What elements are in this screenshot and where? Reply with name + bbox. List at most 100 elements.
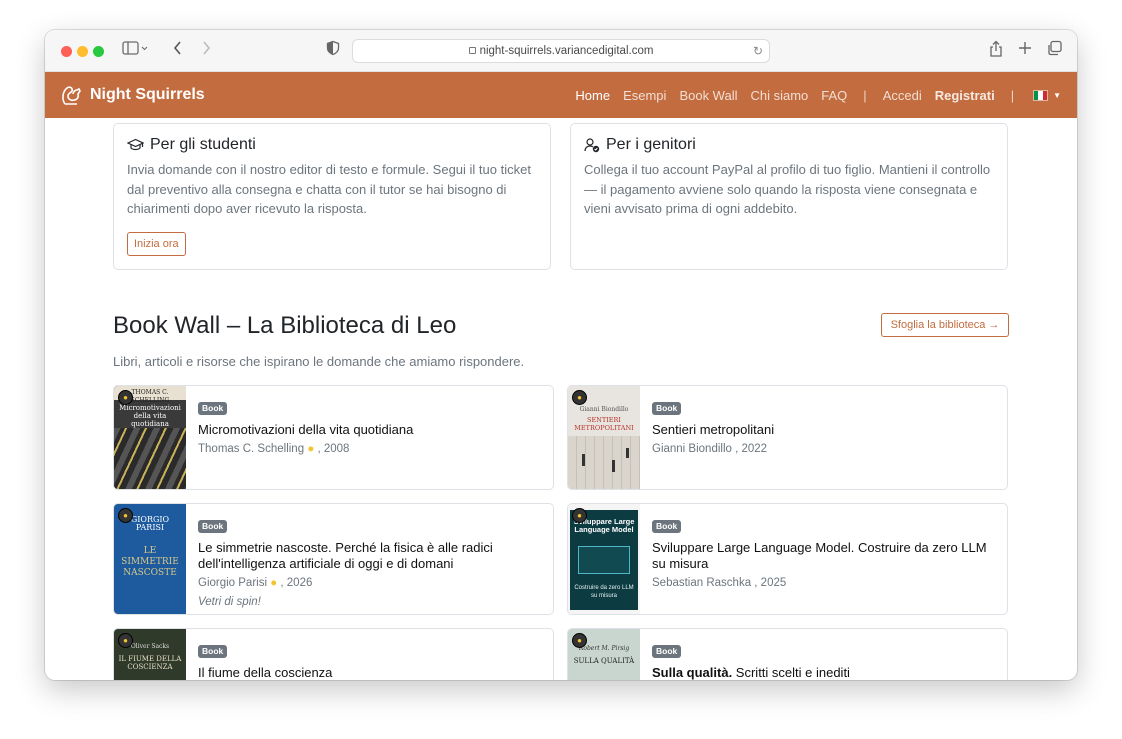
italian-flag-icon[interactable] [1033,89,1049,101]
bookwall-subtitle: Libri, articoli e risorse che ispirano l… [113,354,525,369]
lightbulb-icon: ● [270,577,278,589]
start-now-button[interactable]: Inizia ora [127,231,186,256]
cover-title: IL FIUME DELLA COSCIENZA [118,655,182,671]
nav-esempi[interactable]: Esempi [623,88,666,103]
students-card: Per gli studenti Invia domande con il no… [113,123,551,270]
students-title-text: Per gli studenti [150,136,256,153]
nav-separator: | [863,87,867,103]
nav-book-wall[interactable]: Book Wall [679,88,737,103]
book-info: Book Le simmetrie nascoste. Perché la fi… [198,516,541,608]
book-title-bold: Sulla qualità. [652,665,733,680]
nav-login[interactable]: Accedi [883,88,922,103]
lock-icon [468,47,476,54]
book-meta: Thomas C. Schelling ● , 2008 [198,443,541,455]
site-navbar: Night Squirrels Home Esempi Book Wall Ch… [45,72,1077,118]
language-dropdown-caret-icon[interactable]: ▼ [1053,91,1061,100]
cover-title: LE SIMMETRIE NASCOSTE [121,546,179,578]
students-card-text: Invia domande con il nostro editor di te… [127,162,531,216]
browser-toolbar: night-squirrels.variancedigital.com ↻ [45,30,1077,72]
parents-card: Per i genitori Collega il tuo account Pa… [570,123,1008,270]
lightbulb-icon: ● [307,443,315,455]
squirrel-logo-icon [62,86,81,105]
book-meta: Giorgio Parisi ● , 2026 [198,577,541,589]
book-type-badge: Book [652,402,682,415]
nav-register[interactable]: Registrati [935,88,995,103]
cover-badge-icon: ● [118,390,133,405]
book-type-badge: Book [198,645,228,658]
nav-chi-siamo[interactable]: Chi siamo [750,88,808,103]
nav-faq[interactable]: FAQ [821,88,847,103]
minimize-window-button[interactable] [77,46,88,57]
bookwall-title: Book Wall – La Biblioteca di Leo [113,312,457,339]
sidebar-toggle-icon[interactable] [122,40,148,62]
tab-overview-icon[interactable] [1047,40,1063,62]
parents-title-text: Per i genitori [606,136,696,153]
privacy-shield-icon[interactable] [326,40,340,62]
book-type-badge: Book [652,645,682,658]
new-tab-icon[interactable] [1018,40,1032,62]
close-window-button[interactable] [61,46,72,57]
parents-card-title: Per i genitori [584,136,994,154]
book-note: Vetri di spin! [198,596,261,608]
user-check-icon [584,137,600,152]
book-author: Thomas C. Schelling [198,443,305,455]
book-title-rest: Scritti scelti e inediti [732,665,850,680]
book-year: , 2022 [735,443,768,455]
book-title: Sentieri metropolitani [652,422,775,437]
book-info: Book Sviluppare Large Language Model. Co… [652,516,995,589]
cover-author: Gianni Biondillo [579,406,629,413]
book-info: Book Sulla qualità. Scritti scelti e ine… [652,641,995,680]
students-card-title: Per gli studenti [127,136,537,154]
book-card[interactable]: Sviluppare Large Language Model Costruir… [567,503,1008,615]
book-meta: Sebastian Raschka , 2025 [652,577,995,589]
cover-badge-icon: ● [118,633,133,648]
browse-library-button[interactable]: Sfoglia la biblioteca → [881,313,1009,337]
nav-home[interactable]: Home [575,88,610,103]
book-title: Il fiume della coscienza [198,665,333,680]
book-year: , 2025 [754,577,787,589]
book-card[interactable]: Robert M. Pirsig SULLA QUALITÀ ● Book Su… [567,628,1008,680]
book-author: Sebastian Raschka [652,577,755,589]
main-nav: Home Esempi Book Wall Chi siamo FAQ | Ac… [562,72,1061,118]
zoom-window-button[interactable] [93,46,104,57]
book-title: Sviluppare Large Language Model. Costrui… [652,540,987,571]
book-info: Book Micromotivazioni della vita quotidi… [198,398,541,455]
cover-title: Micromotivazioni della vita quotidiana [119,404,181,428]
book-title: Sulla qualità. Scritti scelti e inediti [652,665,995,680]
url-text: night-squirrels.variancedigital.com [479,45,654,57]
brand-name: Night Squirrels [90,86,205,103]
reload-icon[interactable]: ↻ [753,40,763,62]
book-year: , 2026 [280,577,313,589]
book-cover: Sviluppare Large Language Model Costruir… [568,504,640,614]
book-cover: Robert M. Pirsig SULLA QUALITÀ ● [568,629,640,680]
book-type-badge: Book [652,520,682,533]
book-type-badge: Book [198,402,228,415]
book-card[interactable]: Gianni Biondillo SENTIERI METROPOLITANI … [567,385,1008,490]
browser-window: night-squirrels.variancedigital.com ↻ Ni… [45,30,1077,680]
cover-badge-icon: ● [118,508,133,523]
book-card[interactable]: THOMAS C. SCHELLING Micromotivazioni del… [113,385,554,490]
graduation-cap-icon [127,138,144,151]
book-author: Giorgio Parisi [198,577,268,589]
page-content: Per gli studenti Invia domande con il no… [45,118,1077,680]
cover-title: SULLA QUALITÀ [573,657,635,665]
book-cover: THOMAS C. SCHELLING Micromotivazioni del… [114,386,186,489]
cover-badge-icon: ● [572,633,587,648]
book-card[interactable]: GIORGIO PARISI LE SIMMETRIE NASCOSTE ● B… [113,503,554,615]
back-icon[interactable] [172,40,184,62]
book-card[interactable]: Oliver Sacks IL FIUME DELLA COSCIENZA ● … [113,628,554,680]
cover-title: SENTIERI METROPOLITANI [574,416,634,432]
book-author: Gianni Biondillo [652,443,736,455]
book-title: Micromotivazioni della vita quotidiana [198,422,414,437]
address-bar[interactable]: night-squirrels.variancedigital.com ↻ [352,39,770,63]
book-info: Book Sentieri metropolitani Gianni Biond… [652,398,995,455]
book-meta: Gianni Biondillo , 2022 [652,443,995,455]
cover-badge-icon: ● [572,508,587,523]
book-cover: GIORGIO PARISI LE SIMMETRIE NASCOSTE ● [114,504,186,614]
book-cover: Oliver Sacks IL FIUME DELLA COSCIENZA ● [114,629,186,680]
book-type-badge: Book [198,520,228,533]
forward-icon[interactable] [200,40,212,62]
brand-link[interactable]: Night Squirrels [59,82,205,108]
share-icon[interactable] [989,40,1003,64]
book-cover: Gianni Biondillo SENTIERI METROPOLITANI … [568,386,640,489]
